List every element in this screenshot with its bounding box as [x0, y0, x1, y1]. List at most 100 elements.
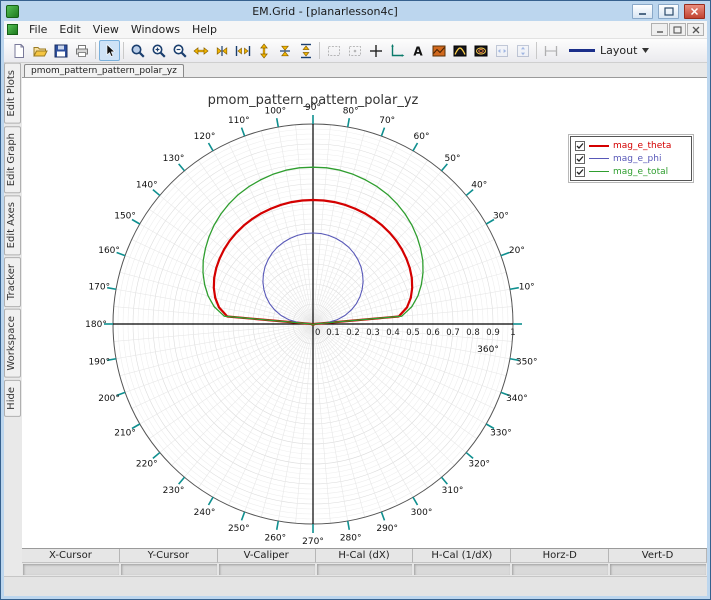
caliper-button[interactable] [540, 40, 561, 61]
add-text-button[interactable]: A [407, 40, 428, 61]
pan-y-button[interactable] [512, 40, 533, 61]
contour-plot-icon [474, 45, 487, 56]
value-cell [610, 563, 707, 575]
column-header: X-Cursor [22, 549, 120, 563]
svg-text:0.9: 0.9 [486, 328, 500, 338]
add-marker-button[interactable] [365, 40, 386, 61]
svg-text:290°: 290° [376, 524, 398, 534]
toolbar-separator [95, 42, 96, 59]
compress-y-button[interactable] [274, 40, 295, 61]
side-tab-bar: Edit Plots Edit Graph Edit Axes Tracker … [4, 63, 22, 576]
svg-text:340°: 340° [506, 394, 528, 404]
edit-axes-button[interactable] [386, 40, 407, 61]
fit-x-button[interactable] [232, 40, 253, 61]
contour-plot-button[interactable] [470, 40, 491, 61]
svg-text:310°: 310° [442, 486, 464, 496]
legend: mag_e_theta mag_e_phi mag_e_total [568, 134, 694, 183]
legend-label: mag_e_theta [613, 140, 672, 151]
new-document-icon [14, 43, 24, 58]
svg-text:110°: 110° [228, 116, 250, 126]
svg-text:170°: 170° [88, 282, 110, 292]
zoom-window-icon [131, 44, 145, 58]
pointer-button[interactable] [99, 40, 120, 61]
svg-text:120°: 120° [194, 132, 216, 142]
mdi-close-button[interactable] [687, 23, 704, 36]
plot-title: pmom_pattern_pattern_polar_yz [207, 93, 419, 108]
select-trace-button[interactable] [344, 40, 365, 61]
value-cell [316, 563, 413, 575]
svg-text:160°: 160° [98, 246, 120, 256]
expand-y-button[interactable] [253, 40, 274, 61]
waterfall-plot-button[interactable] [449, 40, 470, 61]
sidebar-tab-hide[interactable]: Hide [4, 379, 21, 417]
check-icon [576, 168, 584, 175]
maximize-button[interactable] [658, 3, 679, 19]
layout-button[interactable]: Layout [561, 40, 657, 61]
column-header: V-Caliper [217, 549, 316, 563]
close-button[interactable] [684, 3, 705, 19]
toolbar-separator [123, 42, 124, 59]
fit-y-button[interactable] [295, 40, 316, 61]
menu-file[interactable]: File [23, 22, 53, 37]
zoom-in-button[interactable] [148, 40, 169, 61]
window-title: EM.Grid - [planarlesson4c] [252, 4, 398, 18]
print-icon [75, 44, 88, 57]
crosshair-plus-icon [369, 44, 382, 57]
waterfall-plot-icon [453, 45, 466, 56]
legend-checkbox[interactable] [575, 140, 585, 151]
legend-checkbox[interactable] [575, 153, 585, 164]
legend-item[interactable]: mag_e_total [575, 166, 687, 177]
zoom-out-button[interactable] [169, 40, 190, 61]
svg-text:210°: 210° [114, 429, 136, 439]
expand-x-button[interactable] [190, 40, 211, 61]
minimize-button[interactable] [632, 3, 653, 19]
fit-vertical-icon [300, 43, 311, 58]
column-header: Y-Cursor [119, 549, 218, 563]
svg-text:0.4: 0.4 [386, 328, 400, 338]
legend-label: mag_e_phi [613, 153, 662, 164]
svg-text:330°: 330° [490, 429, 512, 439]
legend-checkbox[interactable] [575, 166, 585, 177]
menu-help[interactable]: Help [186, 22, 223, 37]
sidebar-tab-edit-plots[interactable]: Edit Plots [4, 63, 21, 124]
svg-text:220°: 220° [136, 459, 158, 469]
svg-text:180°: 180° [85, 320, 107, 330]
document-tab[interactable]: pmom_pattern_pattern_polar_yz [24, 64, 184, 77]
pan-x-button[interactable] [491, 40, 512, 61]
app-window: EM.Grid - [planarlesson4c] File Edit Vie… [0, 0, 711, 600]
compress-x-button[interactable] [211, 40, 232, 61]
svg-text:250°: 250° [228, 524, 250, 534]
save-button[interactable] [50, 40, 71, 61]
app-icon [6, 4, 19, 18]
new-button[interactable] [8, 40, 29, 61]
line-style-swatch [569, 49, 595, 52]
zoom-window-button[interactable] [127, 40, 148, 61]
menu-windows[interactable]: Windows [125, 22, 186, 37]
svg-text:190°: 190° [88, 358, 110, 368]
check-icon [576, 142, 584, 149]
plot-style-button[interactable] [428, 40, 449, 61]
title-bar: EM.Grid - [planarlesson4c] [4, 1, 707, 21]
sidebar-tab-tracker[interactable]: Tracker [4, 257, 21, 308]
sidebar-tab-edit-axes[interactable]: Edit Axes [4, 194, 21, 256]
menu-edit[interactable]: Edit [53, 22, 86, 37]
value-cell [23, 563, 119, 575]
legend-item[interactable]: mag_e_theta [575, 140, 687, 151]
legend-item[interactable]: mag_e_phi [575, 153, 687, 164]
print-button[interactable] [71, 40, 92, 61]
sidebar-tab-edit-graph[interactable]: Edit Graph [4, 125, 21, 193]
svg-text:0: 0 [315, 328, 320, 338]
legend-line-sample [589, 158, 609, 159]
mdi-minimize-button[interactable] [651, 23, 668, 36]
svg-text:130°: 130° [163, 154, 185, 164]
compress-vertical-icon [279, 45, 290, 56]
mdi-restore-button[interactable] [669, 23, 686, 36]
layout-button-label: Layout [600, 44, 638, 57]
menu-view[interactable]: View [87, 22, 125, 37]
value-cell [414, 563, 511, 575]
open-folder-icon [32, 46, 48, 56]
open-button[interactable] [29, 40, 50, 61]
select-region-button[interactable] [323, 40, 344, 61]
main-body: Edit Plots Edit Graph Edit Axes Tracker … [4, 63, 707, 576]
sidebar-tab-workspace[interactable]: Workspace [4, 309, 21, 378]
